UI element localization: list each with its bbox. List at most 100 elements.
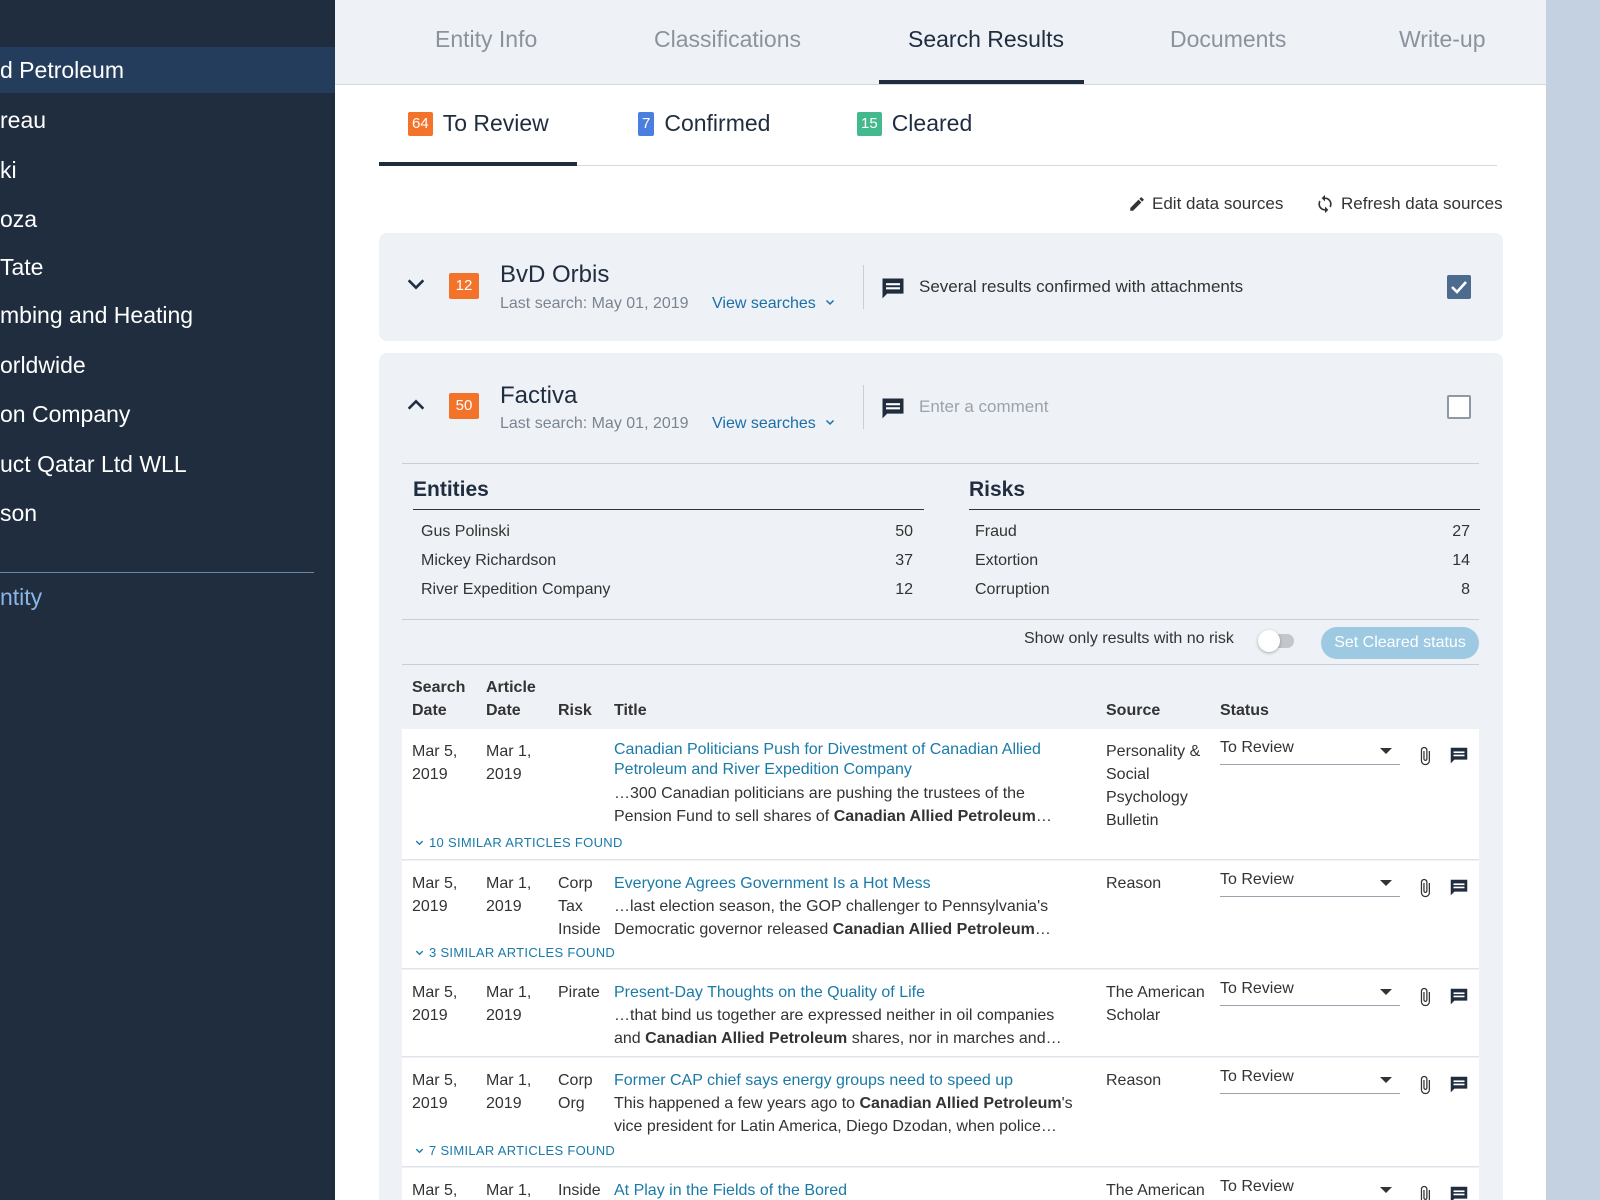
risk-cell: Inside [558, 1182, 601, 1199]
tab-search-results[interactable]: Search Results [908, 26, 1064, 53]
vertical-divider [863, 385, 864, 429]
sidebar-item-entity-2[interactable]: reau [0, 97, 335, 143]
sidebar-item-label: Tate [0, 254, 44, 280]
comment-icon[interactable] [1448, 986, 1470, 1008]
status-dropdown[interactable]: To Review [1220, 1068, 1400, 1094]
column-header-article-date[interactable]: Article Date [486, 676, 536, 722]
subtab-cleared[interactable]: 15 Cleared [857, 110, 972, 137]
risk-name[interactable]: Corruption [975, 581, 1050, 599]
status-dropdown[interactable]: To Review [1220, 1178, 1400, 1200]
sidebar-item-label: d Petroleum [0, 57, 125, 83]
view-searches-link[interactable]: View searches [712, 415, 836, 433]
entity-name[interactable]: Mickey Richardson [421, 552, 556, 570]
comment-icon[interactable] [1448, 745, 1470, 767]
article-title-link[interactable]: At Play in the Fields of the Bored [614, 1179, 1084, 1200]
column-header-search-date[interactable]: Search Date [412, 676, 465, 722]
header-line: Search [412, 679, 466, 696]
new-entity-link[interactable]: ntity [0, 584, 42, 611]
risk-name[interactable]: Extortion [975, 552, 1038, 570]
sidebar-item-entity-4[interactable]: oza [0, 196, 335, 242]
paperclip-icon[interactable] [1415, 877, 1435, 899]
column-header-source[interactable]: Source [1106, 699, 1160, 722]
source-confirm-checkbox[interactable] [1447, 395, 1471, 419]
result-status-tabs: 64 To Review 7 Confirmed 15 Cleared [379, 100, 1497, 166]
tab-classifications[interactable]: Classifications [654, 26, 801, 53]
paperclip-icon[interactable] [1415, 1184, 1435, 1200]
article-title-link[interactable]: Former CAP chief says energy groups need… [614, 1069, 1084, 1092]
sidebar-item-entity-10[interactable]: son [0, 490, 335, 536]
subtab-to-review[interactable]: 64 To Review [408, 110, 549, 137]
status-value: To Review [1220, 980, 1294, 997]
comment-input[interactable]: Enter a comment [919, 397, 1048, 417]
comment-icon[interactable] [1448, 1184, 1470, 1200]
tab-documents[interactable]: Documents [1170, 26, 1286, 53]
subtab-confirmed[interactable]: 7 Confirmed [638, 110, 770, 137]
no-risk-toggle[interactable] [1258, 630, 1294, 652]
risk-name[interactable]: Fraud [975, 523, 1017, 541]
table-row[interactable]: Mar 5, 2019 Mar 1, 2019 Canadian Politicia… [402, 729, 1479, 860]
sidebar-item-entity-8[interactable]: on Company [0, 391, 335, 437]
sidebar-divider [0, 572, 314, 573]
caret-down-icon [1380, 1187, 1392, 1193]
caret-down-icon [1380, 989, 1392, 995]
status-value: To Review [1220, 739, 1294, 756]
bvd-count-badge: 12 [449, 273, 479, 299]
table-row[interactable]: Mar 5, 2019 Mar 1, 2019 Pirate Present-Day… [402, 970, 1479, 1057]
sidebar-item-entity-3[interactable]: ki [0, 147, 335, 193]
source-confirm-checkbox[interactable] [1447, 275, 1471, 299]
vertical-divider [863, 265, 864, 309]
to-review-count-badge: 64 [408, 111, 433, 136]
table-row[interactable]: Mar 5, 2019 Mar 1, 2019 Corp Tax Inside Ev… [402, 861, 1479, 969]
sidebar-item-entity-7[interactable]: orldwide [0, 342, 335, 388]
comment-icon[interactable] [1448, 877, 1470, 899]
toggle-knob [1258, 630, 1280, 652]
similar-articles-toggle[interactable]: 7 SIMILAR ARTICLES FOUND [414, 1143, 615, 1158]
chevron-down-icon [826, 299, 835, 306]
column-header-risk[interactable]: Risk [558, 699, 592, 722]
search-date: Mar 5, 2019 [412, 875, 458, 915]
tab-entity-info[interactable]: Entity Info [435, 26, 537, 53]
paperclip-icon[interactable] [1415, 1074, 1435, 1096]
risk-count: 8 [1461, 581, 1470, 598]
sidebar-item-entity-9[interactable]: uct Qatar Ltd WLL [0, 441, 335, 487]
similar-articles-toggle[interactable]: 3 SIMILAR ARTICLES FOUND [414, 945, 615, 960]
status-dropdown[interactable]: To Review [1220, 980, 1400, 1006]
sidebar-item-entity-6[interactable]: mbing and Heating [0, 292, 335, 338]
last-search-date: Last search: May 01, 2019 [500, 415, 689, 432]
column-header-title[interactable]: Title [614, 699, 647, 722]
entities-rule [413, 509, 924, 510]
table-row[interactable]: Mar 5, 2019 Mar 1, 2019 Corp Org Former CA… [402, 1058, 1479, 1167]
article-title-link[interactable]: Present-Day Thoughts on the Quality of L… [614, 981, 1084, 1004]
set-cleared-status-button[interactable]: Set Cleared status [1321, 627, 1479, 659]
sidebar-item-label: son [0, 500, 38, 526]
paperclip-icon[interactable] [1415, 745, 1435, 767]
status-dropdown[interactable]: To Review [1220, 871, 1400, 897]
entity-name[interactable]: Gus Polinski [421, 523, 510, 541]
header-line: Article [486, 679, 536, 696]
risks-rule [969, 509, 1480, 510]
chevron-down-icon[interactable] [405, 273, 427, 295]
paperclip-icon[interactable] [1415, 986, 1435, 1008]
sidebar-item-entity-1[interactable]: d Petroleum [0, 47, 335, 93]
similar-articles-toggle[interactable]: 10 SIMILAR ARTICLES FOUND [414, 835, 623, 850]
edit-data-sources-button[interactable]: Edit data sources [1128, 194, 1283, 214]
search-date: Mar 5, 2019 [412, 743, 458, 783]
entity-name[interactable]: River Expedition Company [421, 581, 610, 599]
section-divider [402, 664, 1479, 665]
table-row[interactable]: Mar 5, Mar 1, Inside At Play in the Fiel… [402, 1168, 1479, 1200]
source-comment[interactable]: Several results confirmed with attachmen… [919, 277, 1243, 297]
view-searches-link[interactable]: View searches [712, 295, 836, 313]
refresh-data-sources-button[interactable]: Refresh data sources [1315, 194, 1503, 214]
article-title-link[interactable]: Canadian Politicians Push for Divestment… [614, 740, 1084, 780]
pencil-icon [1130, 197, 1144, 211]
chevron-up-icon[interactable] [405, 394, 427, 416]
risk-count: 14 [1452, 552, 1470, 569]
column-header-status[interactable]: Status [1220, 699, 1269, 722]
comment-icon[interactable] [1448, 1074, 1470, 1096]
status-dropdown[interactable]: To Review [1220, 739, 1400, 765]
comment-icon [882, 278, 904, 299]
tab-write-up[interactable]: Write-up [1399, 26, 1486, 53]
comment-icon [882, 398, 904, 419]
article-title-link[interactable]: Everyone Agrees Government Is a Hot Mess [614, 872, 1084, 895]
sidebar-item-entity-5[interactable]: Tate [0, 244, 335, 290]
